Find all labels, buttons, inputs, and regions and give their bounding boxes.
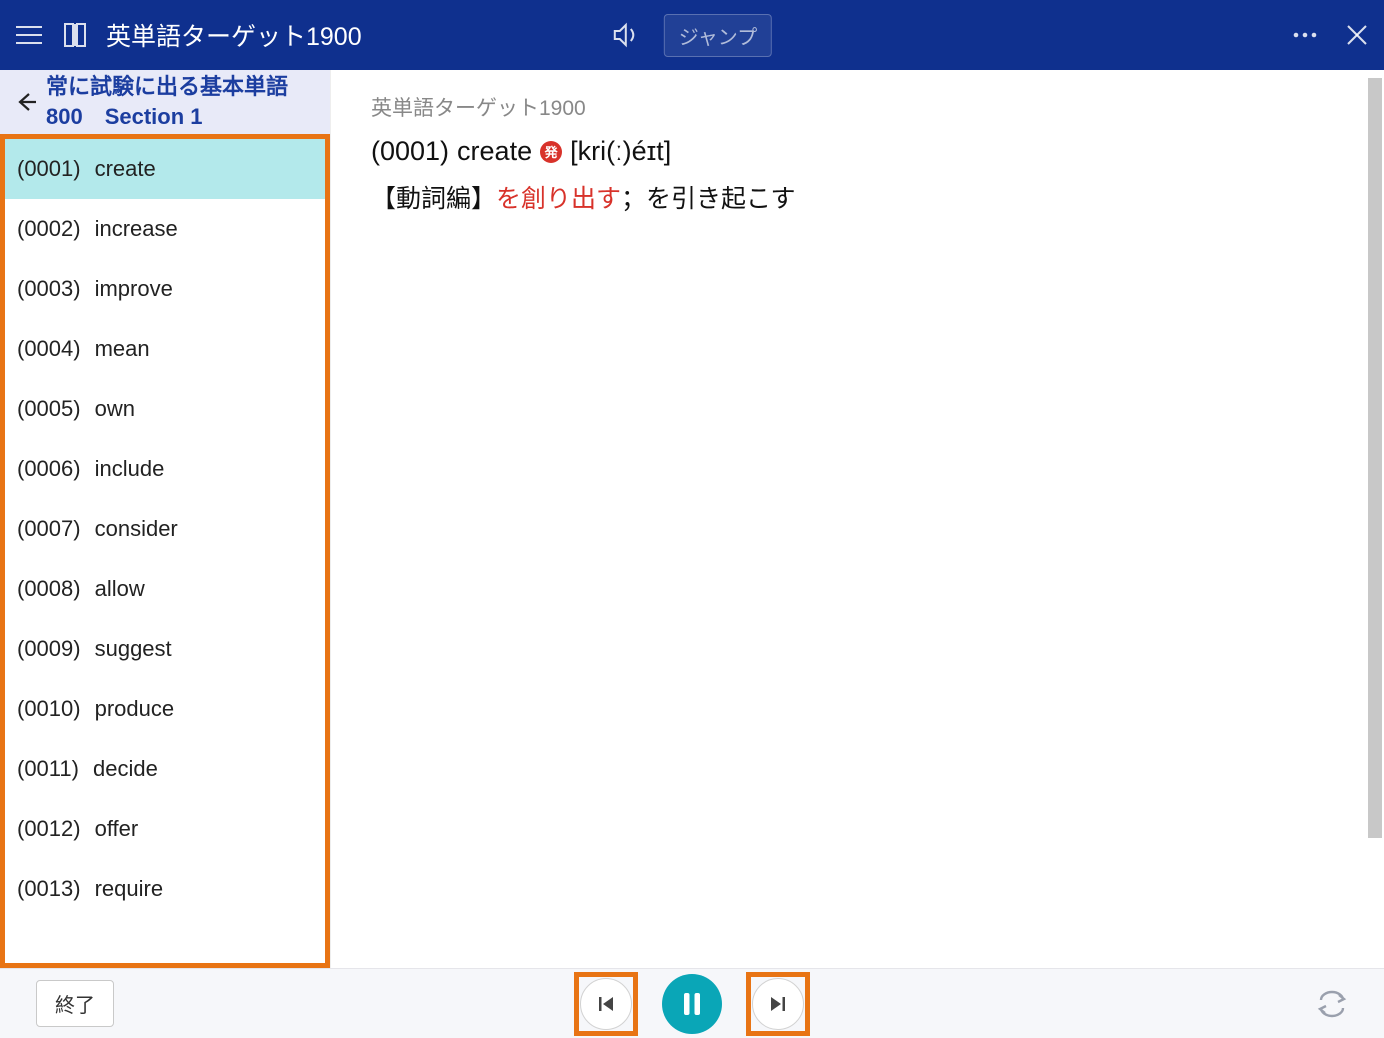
word-list-item[interactable]: (0007) consider: [5, 499, 325, 559]
word-list-item[interactable]: (0011) decide: [5, 739, 325, 799]
entry-number: (0001): [371, 136, 449, 167]
jump-button[interactable]: ジャンプ: [664, 14, 772, 57]
word-item-number: (0010): [17, 696, 81, 722]
word-item-word: include: [95, 456, 165, 482]
more-icon[interactable]: [1292, 31, 1318, 39]
sidebar-subtitle-2: 800 Section 1: [46, 102, 288, 132]
word-list-item[interactable]: (0013) require: [5, 859, 325, 919]
word-item-number: (0005): [17, 396, 81, 422]
definition-accent: を創り出す: [496, 185, 621, 213]
word-item-word: produce: [95, 696, 175, 722]
word-list-item[interactable]: (0005) own: [5, 379, 325, 439]
word-list-item[interactable]: (0002) increase: [5, 199, 325, 259]
app-header: 英単語ターゲット1900 ジャンプ: [0, 0, 1384, 70]
word-item-number: (0001): [17, 156, 81, 182]
sidebar: 常に試験に出る基本単語 800 Section 1 (0001)create(0…: [0, 70, 331, 968]
pronunciation: [kri(ː)éɪt]: [570, 136, 671, 167]
word-list-item[interactable]: (0004) mean: [5, 319, 325, 379]
repeat-icon[interactable]: [1316, 990, 1348, 1018]
word-item-number: (0007): [17, 516, 81, 542]
word-item-number: (0006): [17, 456, 81, 482]
word-item-number: (0013): [17, 876, 81, 902]
app-title: 英単語ターゲット1900: [106, 17, 362, 53]
word-list-item[interactable]: (0001) create: [5, 139, 325, 199]
next-track-button[interactable]: [752, 978, 804, 1030]
word-list-item[interactable]: (0003) improve: [5, 259, 325, 319]
word-item-number: (0008): [17, 576, 81, 602]
entry-word: create: [457, 136, 532, 167]
end-button[interactable]: 終了: [36, 980, 114, 1027]
pronunciation-badge: 発: [540, 141, 562, 163]
word-item-number: (0012): [17, 816, 81, 842]
back-arrow-icon[interactable]: [14, 90, 38, 114]
word-item-number: (0003): [17, 276, 81, 302]
word-list[interactable]: (0001)create(0002)increase(0003)improve(…: [5, 139, 325, 963]
word-item-word: allow: [95, 576, 145, 602]
word-list-item[interactable]: (0006) include: [5, 439, 325, 499]
word-item-word: decide: [93, 756, 158, 782]
word-item-word: mean: [95, 336, 150, 362]
main-content: 英単語ターゲット1900 (0001) create 発 [kri(ː)éɪt]…: [331, 70, 1384, 968]
player-footer: 終了: [0, 968, 1384, 1038]
word-item-word: own: [95, 396, 135, 422]
word-item-word: create: [95, 156, 156, 182]
word-item-number: (0011): [17, 756, 79, 782]
word-item-word: increase: [95, 216, 178, 242]
close-icon[interactable]: [1346, 24, 1368, 46]
definition-category: 【動詞編】: [371, 185, 496, 213]
word-item-number: (0004): [17, 336, 81, 362]
word-item-number: (0009): [17, 636, 81, 662]
sidebar-subtitle-1: 常に試験に出る基本単語: [46, 72, 288, 102]
definition-rest: ；を引き起こす: [621, 185, 796, 213]
pause-button[interactable]: [662, 974, 722, 1034]
speaker-icon[interactable]: [612, 22, 640, 48]
word-list-item[interactable]: (0009) suggest: [5, 619, 325, 679]
word-item-word: offer: [95, 816, 139, 842]
word-list-item[interactable]: (0008) allow: [5, 559, 325, 619]
word-item-word: improve: [95, 276, 173, 302]
previous-track-button[interactable]: [580, 978, 632, 1030]
book-icon[interactable]: [62, 21, 88, 49]
word-item-number: (0002): [17, 216, 81, 242]
word-list-item[interactable]: (0010) produce: [5, 679, 325, 739]
word-list-item[interactable]: (0012) offer: [5, 799, 325, 859]
main-scrollbar[interactable]: [1368, 78, 1382, 838]
word-item-word: suggest: [95, 636, 172, 662]
definition: 【動詞編】を創り出す；を引き起こす: [371, 179, 1344, 215]
sidebar-header: 常に試験に出る基本単語 800 Section 1: [0, 70, 330, 134]
word-item-word: require: [95, 876, 163, 902]
book-title: 英単語ターゲット1900: [371, 92, 1344, 122]
hamburger-menu-icon[interactable]: [16, 25, 42, 45]
word-item-word: consider: [95, 516, 178, 542]
